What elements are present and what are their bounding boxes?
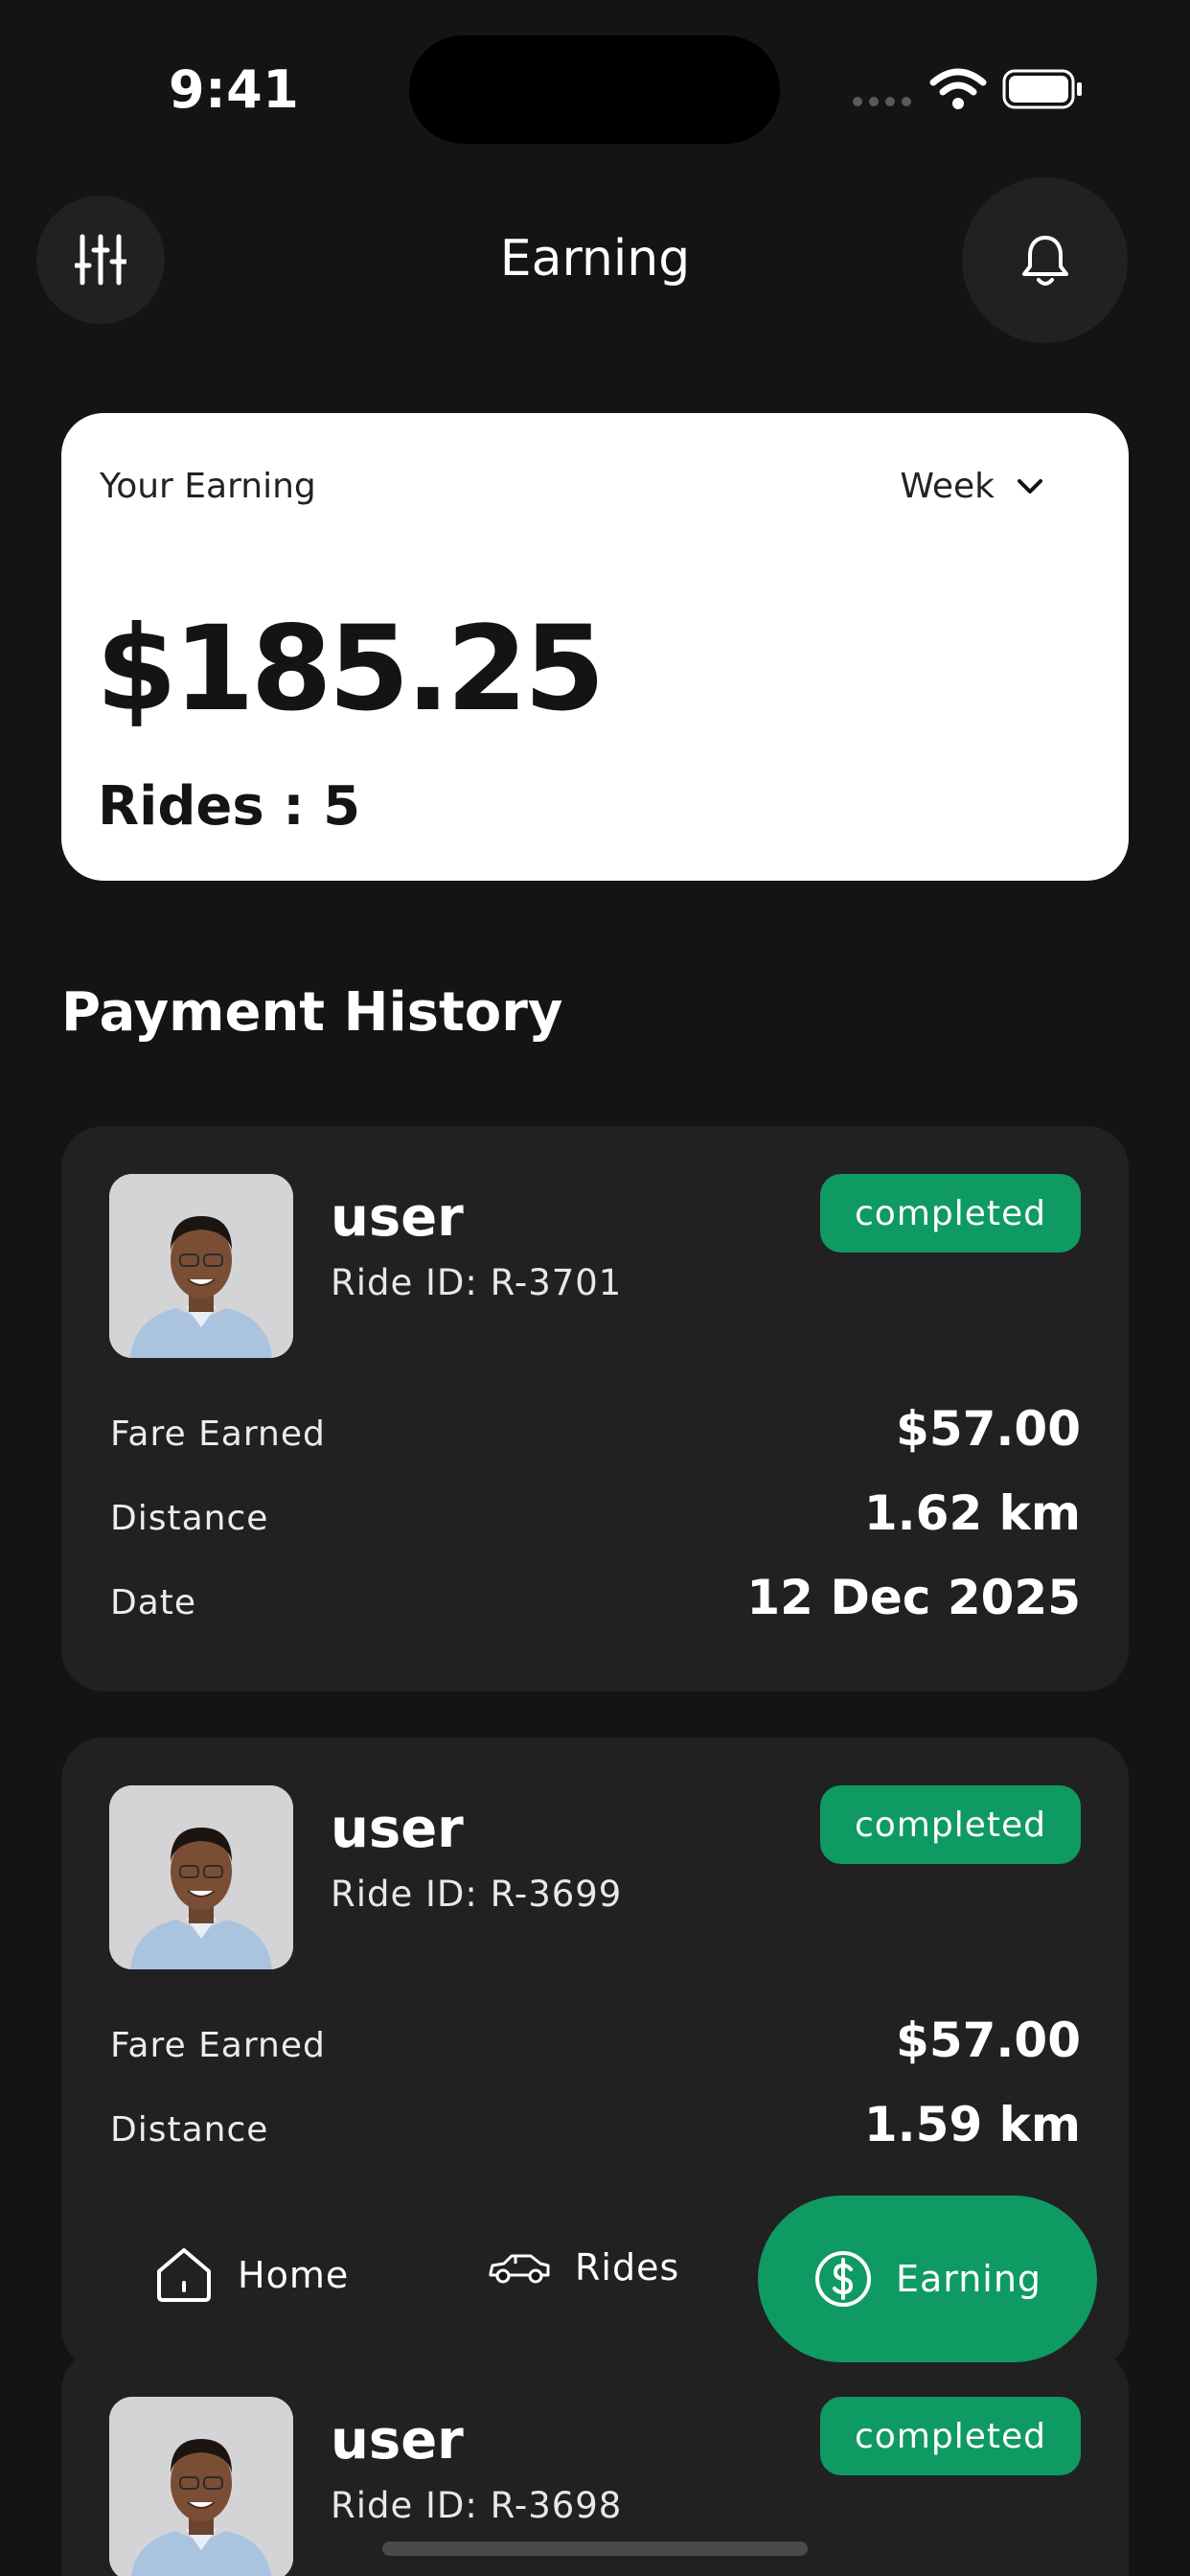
earning-label: Your Earning — [100, 467, 316, 506]
fare-row: Fare Earned $57.00 — [110, 2012, 1081, 2068]
user-name: user — [331, 2409, 464, 2472]
nav-rides[interactable]: Rides — [487, 2246, 679, 2288]
ride-id: Ride ID: R-3699 — [331, 1874, 623, 1915]
status-badge: completed — [820, 2397, 1081, 2475]
user-name: user — [331, 1798, 464, 1860]
fare-value: $57.00 — [896, 2012, 1081, 2068]
wifi-icon — [929, 67, 987, 115]
fare-row: Fare Earned $57.00 — [110, 1401, 1081, 1457]
ride-id: Ride ID: R-3698 — [331, 2485, 623, 2526]
date-label: Date — [110, 1583, 197, 1622]
home-indicator[interactable] — [382, 2542, 808, 2556]
fare-value: $57.00 — [896, 1401, 1081, 1457]
dollar-icon — [814, 2251, 871, 2307]
distance-value: 1.62 km — [863, 1485, 1081, 1541]
distance-label: Distance — [110, 1499, 269, 1538]
date-value: 12 Dec 2025 — [746, 1570, 1081, 1625]
user-name: user — [331, 1186, 464, 1249]
status-badge: completed — [820, 1174, 1081, 1253]
payment-card[interactable]: user Ride ID: R-3701 completed Fare Earn… — [61, 1126, 1129, 1691]
period-dropdown[interactable]: Week — [900, 467, 1044, 506]
distance-row: Distance 1.62 km — [110, 1485, 1081, 1541]
fare-label: Fare Earned — [110, 2026, 326, 2065]
avatar — [109, 2397, 293, 2576]
distance-value: 1.59 km — [863, 2097, 1081, 2152]
bell-icon — [1021, 235, 1068, 286]
date-row: Date 12 Dec 2025 — [110, 1570, 1081, 1625]
avatar — [109, 1785, 293, 1969]
home-icon — [157, 2248, 211, 2302]
period-value: Week — [900, 467, 995, 506]
battery-icon — [1002, 67, 1085, 115]
notifications-button[interactable] — [962, 177, 1128, 343]
earning-summary-card: Your Earning Week $185.25 Rides : 5 — [61, 413, 1129, 881]
earning-amount: $185.25 — [96, 601, 606, 737]
fare-label: Fare Earned — [110, 1414, 326, 1454]
ride-id: Ride ID: R-3701 — [331, 1262, 623, 1303]
dynamic-island — [409, 35, 780, 144]
distance-row: Distance 1.59 km — [110, 2097, 1081, 2152]
rides-count: Rides : 5 — [98, 775, 361, 838]
payment-history-title: Payment History — [61, 981, 563, 1044]
avatar — [109, 1174, 293, 1358]
nav-home-label: Home — [238, 2254, 350, 2296]
cellular-signal-icon — [853, 97, 911, 106]
chevron-down-icon — [1018, 478, 1042, 494]
status-time: 9:41 — [169, 59, 300, 120]
earning-screen: 9:41 Earning Your Earning Week $185.25 R… — [0, 0, 1190, 2576]
nav-home[interactable]: Home — [153, 2246, 349, 2304]
status-badge: completed — [820, 1785, 1081, 1864]
nav-earning[interactable]: Earning — [758, 2196, 1097, 2362]
distance-label: Distance — [110, 2110, 269, 2150]
nav-rides-label: Rides — [575, 2246, 680, 2288]
car-icon — [489, 2254, 550, 2284]
nav-earning-label: Earning — [895, 2258, 1042, 2300]
